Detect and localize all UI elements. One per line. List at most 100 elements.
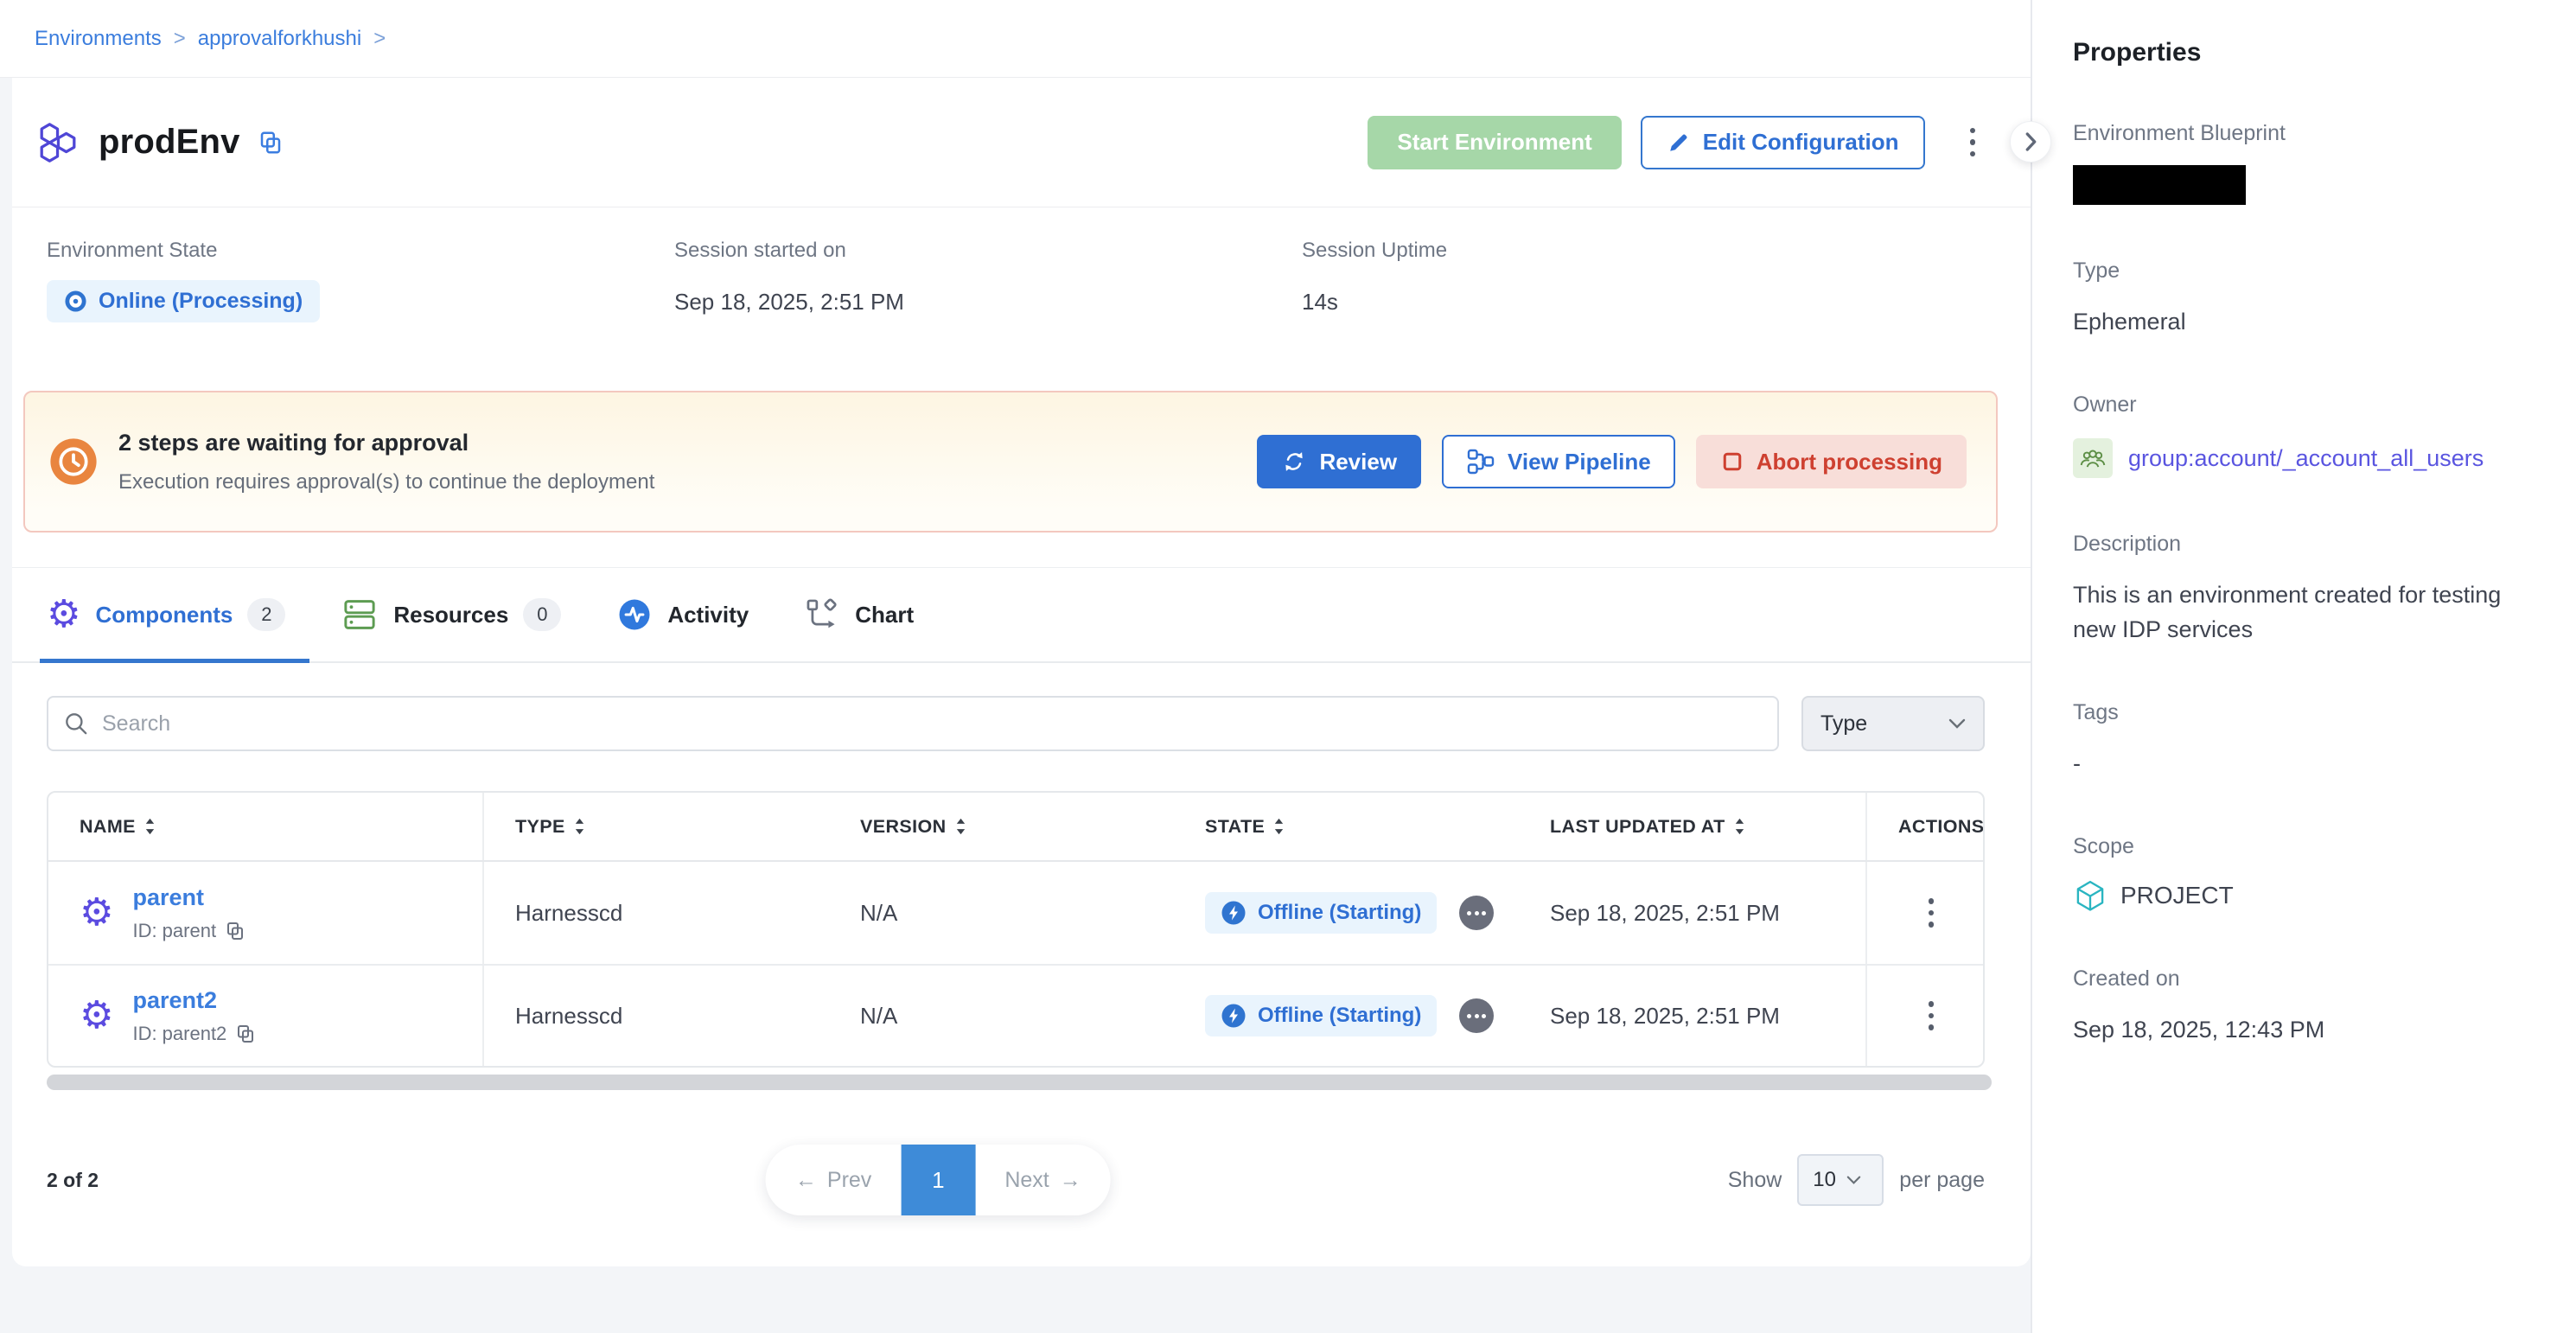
breadcrumb-project[interactable]: approvalforkhushi [198,27,361,51]
approval-banner-subtitle: Execution requires approval(s) to contin… [118,470,654,494]
chevron-down-icon [1846,1176,1861,1184]
owner-group-icon [2073,438,2113,478]
description-label: Description [2073,532,2541,557]
property-tags: Tags - [2073,700,2541,781]
blueprint-label: Environment Blueprint [2073,121,2541,146]
table-row[interactable]: ⚙ parent ID: parent [48,862,1983,964]
environment-details-page: Environments > approvalforkhushi > [0,0,2576,1333]
environment-state-badge: Online (Processing) [47,280,320,322]
component-name-link[interactable]: parent2 [132,987,256,1014]
page-size-control: Show 10 per page [1728,1154,1985,1206]
prev-arrow-icon: ← [795,1168,817,1193]
component-state-value: Offline (Starting) [1258,901,1421,925]
collapse-panel-button[interactable] [2010,121,2051,163]
page-size-value: 10 [1813,1168,1836,1192]
search-input[interactable] [47,696,1779,751]
tab-resources[interactable]: Resources 0 [341,568,561,661]
component-name-link[interactable]: parent [132,884,245,911]
scope-label: Scope [2073,834,2541,859]
description-value: This is an environment created for testi… [2073,577,2522,647]
start-environment-button[interactable]: Start Environment [1368,116,1621,169]
session-uptime-label: Session Uptime [1302,239,1447,263]
pencil-icon [1667,131,1691,155]
component-version: N/A [829,862,1174,964]
property-owner: Owner group:account/_account_all_users [2073,392,2541,478]
table-row[interactable]: ⚙ parent2 ID: parent2 [48,964,1983,1066]
pipeline-icon [1466,447,1495,476]
header-kebab-menu-icon[interactable] [1956,119,1990,166]
component-updated: Sep 18, 2025, 2:51 PM [1519,862,1865,964]
next-page-button[interactable]: Next → [975,1145,1110,1215]
scope-value: PROJECT [2120,882,2234,909]
abort-processing-label: Abort processing [1757,449,1942,475]
component-state-badge: Offline (Starting) [1205,995,1437,1036]
show-label: Show [1728,1168,1782,1193]
column-header-type[interactable]: TYPE [484,793,829,860]
environment-state-label: Environment State [47,239,674,263]
next-arrow-icon: → [1060,1168,1081,1193]
environment-state-block: Environment State Online (Processing) [47,239,674,391]
column-header-state[interactable]: STATE [1174,793,1519,860]
environment-state-value: Online (Processing) [99,289,303,314]
component-version: N/A [829,966,1174,1066]
edit-configuration-button[interactable]: Edit Configuration [1641,116,1925,169]
scope-cube-icon [2073,878,2107,913]
tab-activity[interactable]: Activity [616,568,749,661]
tab-chart[interactable]: Chart [804,568,914,661]
horizontal-scrollbar[interactable] [47,1075,1992,1090]
pagination-bar: 2 of 2 ← Prev 1 Next → Show [47,1144,1985,1216]
component-id: ID: parent [132,920,216,942]
sync-icon [1281,449,1307,475]
component-updated: Sep 18, 2025, 2:51 PM [1519,966,1865,1066]
review-label: Review [1319,449,1397,475]
column-header-name[interactable]: NAME [48,793,484,860]
copy-id-icon[interactable] [235,1024,256,1044]
stop-square-icon [1720,450,1744,474]
properties-panel: Properties Environment Blueprint Type Ep… [2031,0,2576,1333]
session-started-label: Session started on [674,239,1302,263]
owner-link[interactable]: group:account/_account_all_users [2128,445,2484,472]
view-pipeline-label: View Pipeline [1508,449,1651,475]
type-filter-label: Type [1820,711,1867,737]
approval-banner-text: 2 steps are waiting for approval Executi… [118,430,654,494]
chevron-down-icon [1948,718,1966,729]
component-id: ID: parent2 [132,1023,226,1045]
created-label: Created on [2073,966,2541,992]
environment-card: prodEnv Start Environment Edit [12,78,2031,1266]
column-header-version[interactable]: VERSION [829,793,1174,860]
tags-label: Tags [2073,700,2541,725]
review-button[interactable]: Review [1257,435,1421,488]
tags-value: - [2073,746,2541,781]
filter-row: Type [47,696,1985,751]
tab-components[interactable]: ⚙ Components 2 [47,568,285,661]
page-1-button[interactable]: 1 [901,1145,975,1215]
copy-name-icon[interactable] [258,130,284,156]
prev-page-button[interactable]: ← Prev [766,1145,901,1215]
component-gear-icon: ⚙ [80,997,113,1035]
breadcrumb-separator: > [174,27,186,51]
property-type: Type Ephemeral [2073,258,2541,339]
abort-processing-button[interactable]: Abort processing [1696,435,1967,488]
tab-components-label: Components [95,602,233,628]
approval-banner-title: 2 steps are waiting for approval [118,430,654,456]
owner-label: Owner [2073,392,2541,418]
lightning-icon [1221,1003,1247,1029]
copy-id-icon[interactable] [225,921,245,941]
breadcrumb-environments[interactable]: Environments [35,27,162,51]
property-description: Description This is an environment creat… [2073,532,2541,647]
page-size-dropdown[interactable]: 10 [1797,1154,1884,1206]
approval-banner: 2 steps are waiting for approval Executi… [23,391,1998,533]
view-pipeline-button[interactable]: View Pipeline [1442,435,1675,488]
components-table: NAME TYPE VERSION STATE [47,791,1985,1068]
status-bar: Environment State Online (Processing) Se… [12,207,2031,391]
row-kebab-menu-icon[interactable] [1915,890,1948,936]
breadcrumb: Environments > approvalforkhushi > [35,27,386,51]
tab-chart-label: Chart [855,602,914,628]
sort-icon [1273,817,1285,836]
type-filter-dropdown[interactable]: Type [1801,696,1985,751]
type-value: Ephemeral [2073,304,2541,339]
session-started-value: Sep 18, 2025, 2:51 PM [674,289,1302,316]
row-kebab-menu-icon[interactable] [1915,992,1948,1039]
component-type: Harnesscd [484,862,829,964]
column-header-updated[interactable]: LAST UPDATED AT [1519,793,1865,860]
